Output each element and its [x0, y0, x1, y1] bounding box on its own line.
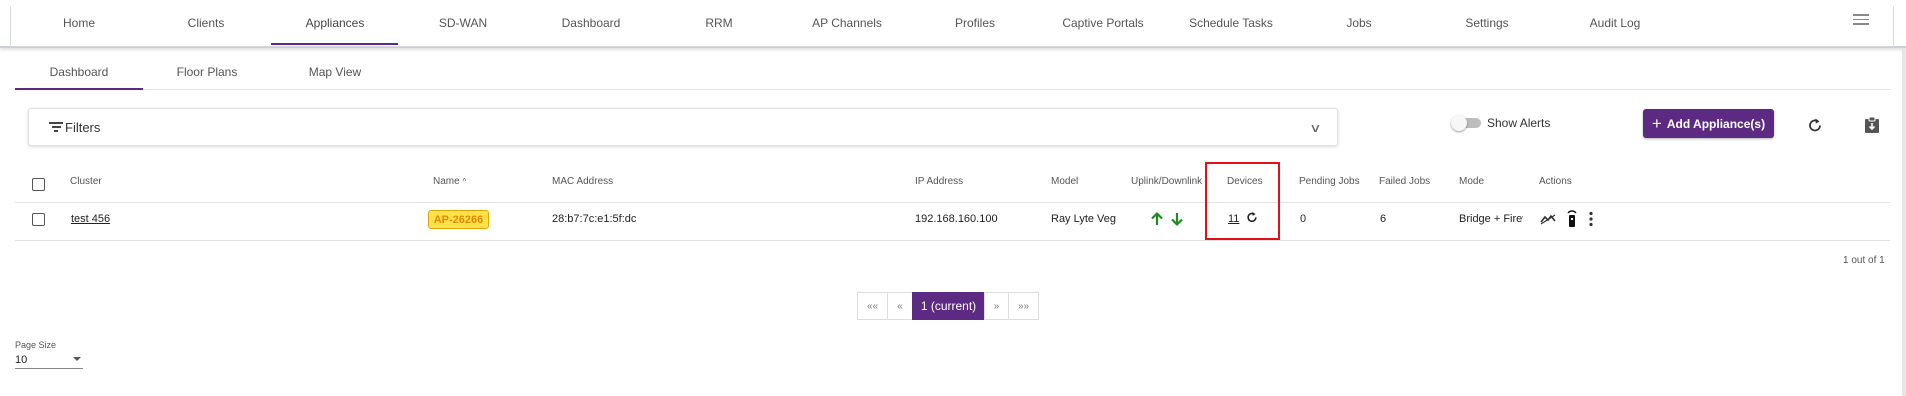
chevron-down-icon[interactable]: ∨ — [1309, 121, 1321, 135]
model: Ray Lyte Veg — [1051, 213, 1117, 225]
refresh-icon[interactable] — [1806, 116, 1824, 134]
nav-dashboard[interactable]: Dashboard — [531, 16, 651, 30]
pending-jobs: 0 — [1300, 213, 1307, 225]
filter-icon — [49, 122, 63, 132]
plus-icon: + — [1651, 114, 1662, 133]
first-page-button[interactable]: «« — [857, 292, 888, 320]
nav-active-indicator — [271, 43, 398, 45]
tab-active-indicator — [15, 88, 143, 90]
ip-address: 192.168.160.100 — [915, 213, 998, 225]
prev-page-button[interactable]: « — [887, 292, 913, 320]
hamburger-icon[interactable] — [1853, 14, 1869, 26]
col-cluster[interactable]: Cluster — [70, 176, 102, 187]
show-alerts-toggle[interactable] — [1451, 115, 1481, 131]
filters-label: Filters — [65, 120, 101, 135]
sort-asc-icon: ^ — [462, 177, 467, 186]
downlink-arrow-icon — [1171, 213, 1183, 227]
nav-clients[interactable]: Clients — [146, 16, 266, 30]
row-divider — [15, 240, 1890, 241]
signal-graph-icon[interactable] — [1540, 213, 1556, 225]
select-all-checkbox[interactable] — [32, 178, 45, 191]
show-alerts-label: Show Alerts — [1487, 116, 1551, 130]
nav-home[interactable]: Home — [19, 16, 139, 30]
tab-divider — [15, 89, 1890, 90]
col-uplink-downlink[interactable]: Uplink/Downlink — [1131, 176, 1202, 187]
nav-rrm[interactable]: RRM — [659, 16, 779, 30]
pagination: «« « 1 (current) » »» — [857, 292, 1039, 320]
dropdown-caret-icon — [73, 357, 81, 361]
tab-floor-plans[interactable]: Floor Plans — [147, 65, 267, 79]
tab-map-view[interactable]: Map View — [275, 65, 395, 79]
col-name[interactable]: Name ^ — [433, 176, 466, 187]
col-pending-jobs[interactable]: Pending Jobs — [1299, 176, 1360, 187]
appliance-name-badge[interactable]: AP-26266 — [428, 210, 489, 229]
access-point-icon[interactable] — [1566, 209, 1578, 228]
nav-appliances[interactable]: Appliances — [275, 16, 395, 30]
col-name-label: Name — [433, 176, 460, 187]
col-failed-jobs[interactable]: Failed Jobs — [1379, 176, 1430, 187]
add-appliance-button[interactable]: + Add Appliance(s) — [1643, 109, 1774, 138]
col-mode[interactable]: Mode — [1459, 176, 1484, 187]
row-checkbox[interactable] — [32, 213, 45, 226]
nav-audit-log[interactable]: Audit Log — [1555, 16, 1675, 30]
nav-sd-wan[interactable]: SD-WAN — [403, 16, 523, 30]
mac-address: 28:b7:7c:e1:5f:dc — [552, 213, 637, 225]
export-icon[interactable] — [1864, 116, 1880, 134]
nav-ap-channels[interactable]: AP Channels — [787, 16, 907, 30]
failed-jobs: 6 — [1380, 213, 1387, 225]
col-mac[interactable]: MAC Address — [552, 176, 613, 187]
nav-captive-portals[interactable]: Captive Portals — [1043, 16, 1163, 30]
mode: Bridge + Firev — [1459, 213, 1523, 225]
more-vertical-icon[interactable] — [1588, 211, 1594, 227]
tab-dashboard[interactable]: Dashboard — [19, 65, 139, 79]
page-size-select[interactable]: 10 — [15, 352, 83, 369]
nav-jobs[interactable]: Jobs — [1299, 16, 1419, 30]
add-appliance-label: Add Appliance(s) — [1666, 116, 1766, 131]
col-ip[interactable]: IP Address — [915, 176, 963, 187]
current-page-button[interactable]: 1 (current) — [912, 292, 985, 320]
page-size-label: Page Size — [15, 340, 57, 350]
scrollbar-track[interactable] — [1902, 48, 1906, 396]
nav-profiles[interactable]: Profiles — [915, 16, 1035, 30]
filters-panel[interactable]: Filters ∨ — [28, 108, 1338, 146]
devices-highlight-box — [1205, 162, 1280, 240]
uplink-arrow-icon — [1151, 211, 1163, 225]
header-divider — [15, 202, 1890, 203]
last-page-button[interactable]: »» — [1008, 292, 1039, 320]
top-nav: Home Clients Appliances SD-WAN Dashboard… — [0, 0, 1906, 48]
next-page-button[interactable]: » — [984, 292, 1009, 320]
page-size-value: 10 — [15, 354, 28, 366]
cluster-link[interactable]: test 456 — [71, 213, 110, 225]
nav-settings[interactable]: Settings — [1427, 16, 1547, 30]
col-actions: Actions — [1539, 176, 1572, 187]
nav-schedule-tasks[interactable]: Schedule Tasks — [1171, 16, 1291, 30]
pagination-count: 1 out of 1 — [1843, 255, 1885, 266]
col-model[interactable]: Model — [1051, 176, 1078, 187]
